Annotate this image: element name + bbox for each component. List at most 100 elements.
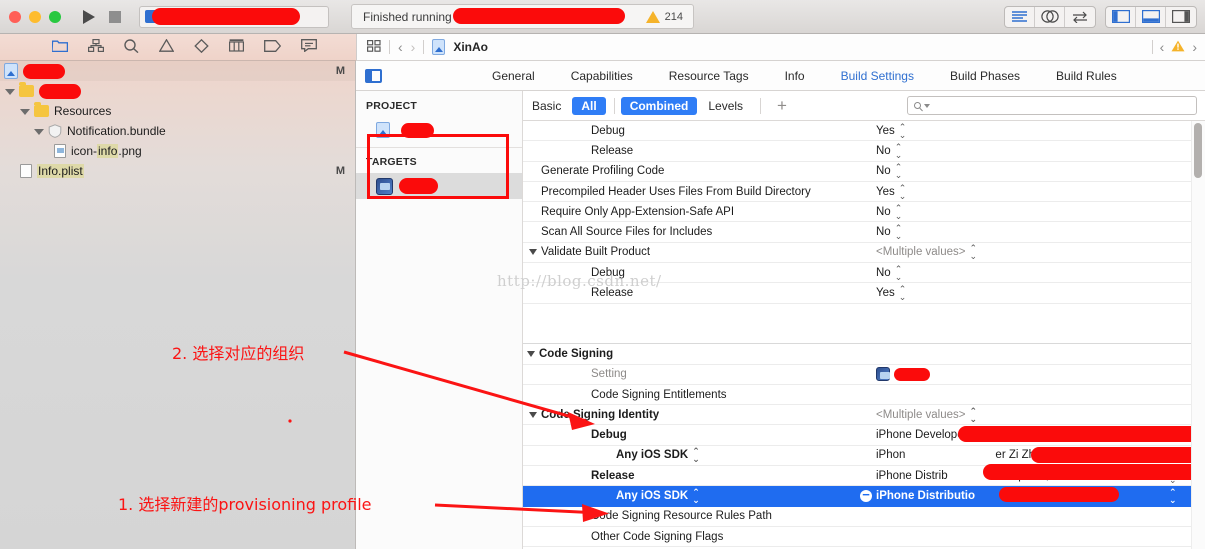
stepper-icon[interactable]: ⌃⌄	[895, 203, 903, 220]
tab-info[interactable]: Info	[767, 69, 823, 83]
stop-button-icon[interactable]	[109, 10, 121, 23]
vertical-scrollbar-thumb[interactable]	[1194, 123, 1202, 178]
warning-indicator[interactable]: 214	[645, 10, 683, 23]
stepper-icon[interactable]: ⌃⌄	[970, 244, 978, 261]
setting-value[interactable]: No ⌃ ⌄	[876, 203, 903, 220]
setting-value[interactable]: No ⌃ ⌄	[876, 163, 903, 180]
table-row[interactable]: Release Yes ⌃ ⌄	[523, 283, 1205, 304]
stepper-icon[interactable]: ⌃⌄	[899, 183, 907, 200]
stepper-icon[interactable]: ⌃⌄	[692, 488, 700, 505]
table-row[interactable]: Scan All Source Files for Includes No ⌃ ⌄	[523, 222, 1205, 243]
project-list-item[interactable]	[356, 117, 522, 143]
issue-navigator-icon[interactable]	[158, 38, 175, 55]
table-row[interactable]: Precompiled Header Uses Files From Build…	[523, 182, 1205, 203]
disclosure-triangle-icon[interactable]	[34, 129, 44, 135]
tab-general[interactable]: General	[474, 69, 553, 83]
setting-value[interactable]	[876, 367, 930, 382]
navigator-row-project[interactable]: M	[0, 61, 355, 81]
disclosure-triangle-icon[interactable]	[529, 411, 537, 418]
disclosure-triangle-icon[interactable]	[529, 249, 537, 256]
run-button-icon[interactable]	[83, 9, 95, 24]
table-row-debug-identity[interactable]: Debug iPhone Develope⌃⌄	[523, 425, 1205, 446]
setting-value[interactable]: iPhone Develope⌃⌄	[876, 427, 1177, 444]
tab-build-phases[interactable]: Build Phases	[932, 69, 1038, 83]
setting-value[interactable]: No ⌃ ⌄	[876, 224, 903, 241]
project-navigator-icon[interactable]	[51, 39, 69, 55]
navigator-row-notification-bundle[interactable]: Notification.bundle	[0, 121, 355, 141]
project-navigator-panel[interactable]: M Resources Notification.bundle icon-inf…	[0, 61, 356, 549]
tab-build-rules[interactable]: Build Rules	[1038, 69, 1135, 83]
table-row[interactable]: Generate Profiling Code No ⌃ ⌄	[523, 162, 1205, 182]
navigator-row-resources[interactable]: Resources	[0, 101, 355, 121]
warning-icon[interactable]	[1171, 40, 1185, 55]
filter-levels-button[interactable]: Levels	[699, 97, 752, 115]
stepper-icon[interactable]: ⌃⌄	[895, 224, 903, 241]
test-navigator-icon[interactable]	[194, 38, 209, 56]
setting-value[interactable]: No ⌃ ⌄	[876, 264, 903, 281]
jumpbar-forward-button[interactable]: ›	[411, 39, 416, 55]
scheme-selector[interactable]: › 工程可 e1	[139, 5, 329, 28]
filter-all-button[interactable]: All	[572, 96, 606, 115]
disclosure-triangle-icon[interactable]	[20, 109, 30, 115]
close-window-button[interactable]	[9, 10, 21, 23]
setting-value[interactable]: Yes ⌃ ⌄	[876, 122, 907, 139]
table-row-group-code-signing-identity[interactable]: Code Signing Identity <Multiple values> ⌃…	[523, 405, 1205, 426]
setting-value[interactable]: Yes ⌃ ⌄	[876, 183, 907, 200]
tab-resource-tags[interactable]: Resource Tags	[651, 69, 767, 83]
tab-build-settings[interactable]: Build Settings	[823, 69, 932, 83]
table-row-any-ios-sdk-release-selected[interactable]: Any iOS SDK⌃⌄ − iPhone Distributio, Ltd.…	[523, 486, 1205, 507]
table-row-group[interactable]: Validate Built Product <Multiple values>…	[523, 243, 1205, 264]
assistant-editor-icon[interactable]	[1035, 6, 1065, 27]
disclosure-triangle-icon[interactable]	[5, 89, 15, 95]
standard-editor-icon[interactable]	[1005, 6, 1035, 27]
disclosure-triangle-icon[interactable]	[527, 350, 535, 357]
stepper-icon[interactable]: ⌃⌄	[895, 264, 903, 281]
stepper-icon[interactable]: ⌃⌄	[1169, 488, 1177, 505]
symbol-navigator-icon[interactable]	[88, 39, 104, 55]
build-settings-search-field[interactable]	[907, 96, 1197, 115]
setting-value[interactable]: Yes ⌃ ⌄	[876, 285, 907, 302]
table-section-header-code-signing[interactable]: Code Signing	[523, 344, 1205, 365]
setting-value[interactable]: <Multiple values> ⌃ ⌄	[876, 244, 978, 261]
stepper-icon[interactable]: ⌃⌄	[895, 142, 903, 159]
table-row[interactable]: Setting	[523, 365, 1205, 385]
stepper-icon[interactable]: ⌃⌄	[899, 285, 907, 302]
breakpoint-navigator-icon[interactable]	[264, 39, 282, 55]
vertical-scroll-track[interactable]	[1191, 121, 1205, 549]
zoom-window-button[interactable]	[49, 10, 61, 23]
table-row[interactable]: Release No ⌃ ⌄	[523, 141, 1205, 162]
setting-value[interactable]: <Multiple values> ⌃ ⌄	[876, 406, 978, 423]
stepper-icon[interactable]: ⌃⌄	[895, 163, 903, 180]
navigator-row-icon-info-png[interactable]: icon-info.png	[0, 141, 355, 161]
jumpbar-back-button[interactable]: ‹	[398, 39, 403, 55]
table-row[interactable]: Code Signing Entitlements	[523, 385, 1205, 406]
table-row-release-identity[interactable]: Release iPhone Distribroup Co., Ltd.⌃⌄	[523, 464, 1205, 487]
table-row[interactable]: Debug Yes ⌃ ⌄	[523, 121, 1205, 142]
navigator-toggle-icon[interactable]	[1106, 6, 1136, 27]
table-row[interactable]: Require Only App-Extension-Safe API No ⌃ ⌄	[523, 202, 1205, 223]
target-list-item[interactable]	[356, 173, 522, 199]
debug-navigator-icon[interactable]	[229, 39, 245, 55]
table-row[interactable]: Code Signing Resource Rules Path	[523, 507, 1205, 527]
debug-toggle-icon[interactable]	[1136, 6, 1166, 27]
setting-value[interactable]: No ⌃ ⌄	[876, 142, 903, 159]
chevron-down-icon[interactable]	[924, 103, 930, 108]
filter-combined-button[interactable]: Combined	[620, 96, 698, 115]
find-navigator-icon[interactable]	[124, 38, 139, 56]
filter-basic-button[interactable]: Basic	[523, 97, 570, 115]
utilities-toggle-icon[interactable]	[1166, 7, 1196, 27]
remove-override-icon[interactable]: −	[860, 488, 872, 503]
build-settings-table[interactable]: Debug Yes ⌃ ⌄ Release No ⌃ ⌄ Generate Profil…	[523, 121, 1205, 549]
table-row[interactable]: Other Code Signing Flags	[523, 527, 1205, 548]
project-editor-toggle-icon[interactable]	[365, 68, 382, 83]
stepper-icon[interactable]: ⌃⌄	[970, 406, 978, 423]
tab-capabilities[interactable]: Capabilities	[553, 69, 651, 83]
navigator-row-info-plist[interactable]: Info.plist M	[0, 161, 355, 181]
stepper-icon[interactable]: ⌃⌄	[692, 447, 700, 464]
add-user-defined-setting-button[interactable]: +	[777, 97, 787, 114]
related-items-icon[interactable]	[367, 39, 381, 55]
version-editor-icon[interactable]	[1065, 7, 1095, 27]
report-navigator-icon[interactable]	[301, 39, 317, 55]
navigator-row-group-root[interactable]	[0, 81, 355, 101]
stepper-icon[interactable]: ⌃⌄	[899, 122, 907, 139]
